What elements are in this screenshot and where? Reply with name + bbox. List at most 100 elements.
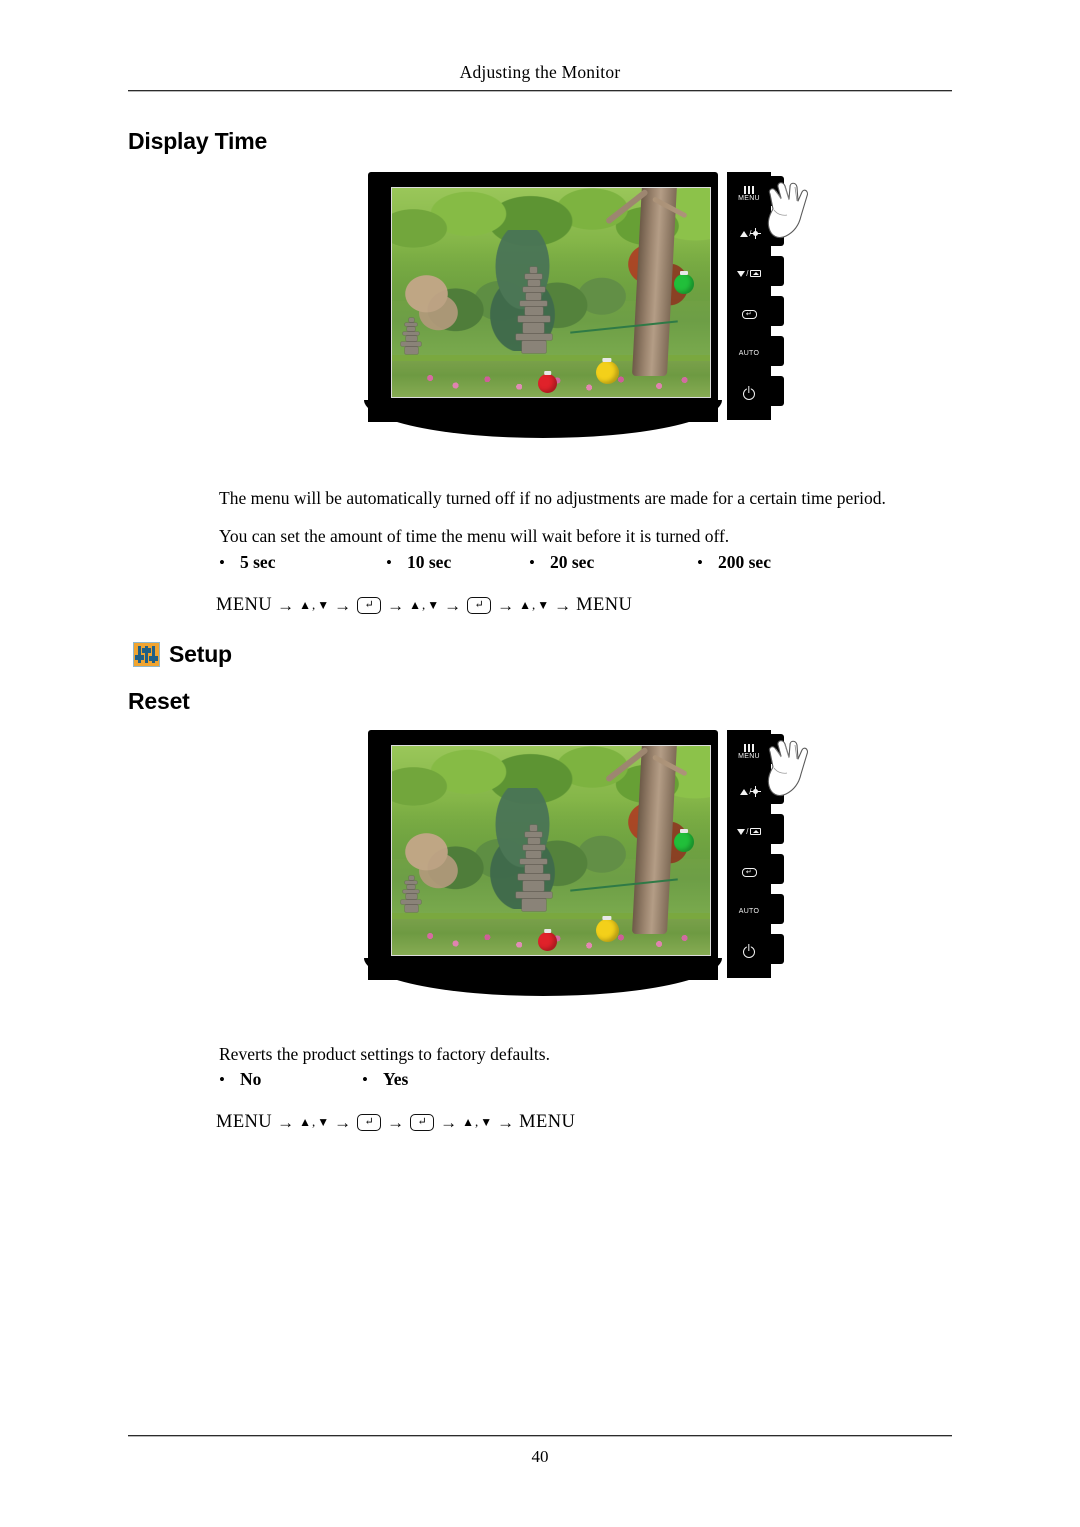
option-label: 5 sec xyxy=(240,552,276,572)
triangle-up-sun-icon: / xyxy=(740,786,761,798)
triangle-up-icon: ▲ xyxy=(409,597,421,612)
hand-pointer-illustration xyxy=(764,736,810,810)
triangle-down-icon: ▼ xyxy=(480,1114,493,1129)
scene-lantern-yellow xyxy=(595,919,619,943)
footer-rule xyxy=(128,1435,952,1437)
arrow-icon: → xyxy=(334,1112,352,1132)
triangle-up-icon: ▲ xyxy=(299,597,311,612)
arrow-icon: → xyxy=(440,1112,458,1132)
power-icon xyxy=(743,946,755,958)
key-sequence-display-time: MENU → ▲ , ▼ → ↵ → ▲ , ▼ → ↵ → ▲ , ▼ → M… xyxy=(216,595,632,616)
triangle-up-icon: ▲ xyxy=(299,1114,311,1129)
monitor-bottom-curve xyxy=(364,958,722,996)
key-tab xyxy=(771,376,784,406)
monitor-illustration-display-time: MENU / / ↵ AUTO xyxy=(360,168,808,448)
power-button[interactable] xyxy=(727,932,771,972)
scene-lantern-yellow xyxy=(595,361,619,385)
key-tab xyxy=(771,296,784,326)
scene-stone-pagoda-small xyxy=(398,317,424,355)
scene-stone-pagoda-large xyxy=(513,825,555,912)
auto-button[interactable]: AUTO xyxy=(727,334,771,374)
triangle-down-icon: ▼ xyxy=(537,597,550,612)
down-magicbright-button[interactable]: / xyxy=(727,254,771,294)
header-rule xyxy=(128,90,952,92)
down-magicbright-button[interactable]: / xyxy=(727,812,771,852)
option-label: No xyxy=(240,1069,262,1089)
auto-button[interactable]: AUTO xyxy=(727,892,771,932)
monitor-screen xyxy=(391,187,711,398)
power-button[interactable] xyxy=(727,374,771,414)
hand-pointer-illustration xyxy=(764,178,810,252)
scene-lantern-red xyxy=(538,931,558,951)
menu-button-label: MENU xyxy=(738,753,760,761)
comma-separator: , xyxy=(475,1114,479,1129)
sequence-start: MENU xyxy=(216,1112,273,1132)
auto-button-label: AUTO xyxy=(738,350,760,358)
option-5-sec: • 5 sec xyxy=(219,552,275,573)
hand-icon xyxy=(767,740,808,797)
option-no: • No xyxy=(219,1069,261,1090)
triangle-down-panel-icon: / xyxy=(737,269,761,278)
menu-button-label: MENU xyxy=(738,195,760,203)
monitor-bezel xyxy=(368,730,718,980)
monitor-bottom-curve xyxy=(364,400,722,438)
sequence-end: MENU xyxy=(519,1112,576,1132)
comma-separator: , xyxy=(532,597,536,612)
enter-button[interactable]: ↵ xyxy=(727,852,771,892)
monitor-bezel xyxy=(368,172,718,422)
option-label: 20 sec xyxy=(550,552,595,572)
sequence-start: MENU xyxy=(216,595,273,615)
option-label: Yes xyxy=(383,1069,409,1089)
enter-button[interactable]: ↵ xyxy=(727,294,771,334)
scene-stone-pagoda-large xyxy=(513,267,555,354)
monitor-screen xyxy=(391,745,711,956)
running-header: Adjusting the Monitor xyxy=(459,62,621,82)
arrow-icon: → xyxy=(387,595,405,615)
key-tab xyxy=(771,894,784,924)
menu-bars-icon xyxy=(743,185,755,194)
arrow-icon: → xyxy=(497,595,515,615)
enter-key-icon: ↵ xyxy=(410,1114,435,1131)
key-tab xyxy=(771,256,784,286)
option-yes: • Yes xyxy=(362,1069,408,1090)
bullet-icon: • xyxy=(386,553,392,572)
triangle-down-icon: ▼ xyxy=(427,597,440,612)
comma-separator: , xyxy=(311,597,316,612)
triangle-down-panel-icon: / xyxy=(737,827,761,836)
enter-key-icon: ↵ xyxy=(741,867,757,877)
power-icon xyxy=(743,388,755,400)
document-page: Adjusting the Monitor Display Time MENU … xyxy=(0,0,1080,1527)
option-200-sec: • 200 sec xyxy=(697,552,771,573)
scene-lantern-green xyxy=(674,831,695,852)
enter-key-icon: ↵ xyxy=(741,309,757,319)
key-tab xyxy=(771,336,784,366)
comma-separator: , xyxy=(422,597,426,612)
auto-button-label: AUTO xyxy=(738,908,760,916)
triangle-down-icon: ▼ xyxy=(317,1114,330,1129)
setup-sliders-icon xyxy=(133,642,160,667)
comma-separator: , xyxy=(311,1114,316,1129)
scene-stone-pagoda-small xyxy=(398,875,424,913)
page-number: 40 xyxy=(531,1447,549,1466)
triangle-up-icon: ▲ xyxy=(462,1114,474,1129)
paragraph-auto-off: The menu will be automatically turned of… xyxy=(219,487,886,508)
key-tab xyxy=(771,934,784,964)
enter-key-icon: ↵ xyxy=(357,597,382,614)
key-tab xyxy=(771,814,784,844)
monitor-illustration-reset: MENU / / ↵ AUTO xyxy=(360,726,808,1006)
key-sequence-reset: MENU → ▲ , ▼ → ↵ → ↵ → ▲ , ▼ → MENU xyxy=(216,1112,575,1133)
arrow-icon: → xyxy=(444,595,462,615)
arrow-icon: → xyxy=(387,1112,405,1132)
heading-reset: Reset xyxy=(128,688,190,714)
triangle-down-icon: ▼ xyxy=(317,597,330,612)
key-tab xyxy=(771,854,784,884)
scene-lantern-red xyxy=(538,373,558,393)
hand-icon xyxy=(767,182,808,239)
option-label: 200 sec xyxy=(718,552,771,572)
arrow-icon: → xyxy=(554,595,572,615)
paragraph-reverts: Reverts the product settings to factory … xyxy=(219,1043,550,1064)
bullet-icon: • xyxy=(219,553,225,572)
paragraph-set-time: You can set the amount of time the menu … xyxy=(219,525,730,546)
heading-display-time: Display Time xyxy=(128,128,268,154)
arrow-icon: → xyxy=(277,595,295,615)
